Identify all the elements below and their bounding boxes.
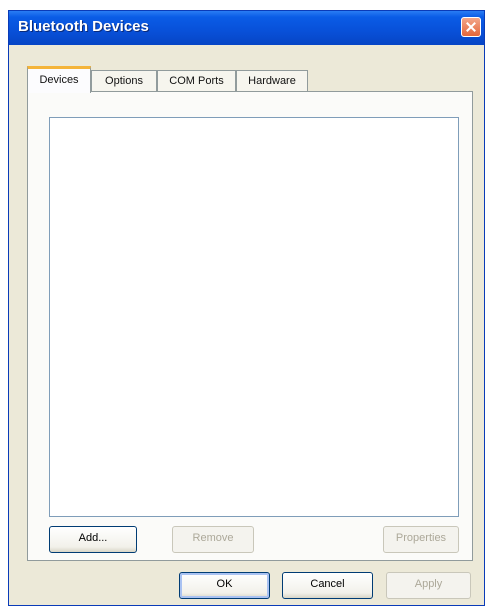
window-title: Bluetooth Devices [18, 18, 149, 35]
bluetooth-devices-dialog: Bluetooth Devices Devices Options COM Po… [8, 10, 485, 606]
devices-tab-panel: Add... Remove Properties [27, 91, 473, 561]
tab-hardware[interactable]: Hardware [236, 70, 308, 92]
tab-com-ports[interactable]: COM Ports [157, 70, 236, 92]
apply-button[interactable]: Apply [386, 572, 471, 599]
add-button[interactable]: Add... [49, 526, 137, 553]
tab-devices[interactable]: Devices [27, 66, 91, 93]
properties-button[interactable]: Properties [383, 526, 459, 553]
remove-button[interactable]: Remove [172, 526, 254, 553]
close-button[interactable] [461, 17, 481, 37]
tab-options[interactable]: Options [91, 70, 157, 92]
device-list[interactable] [49, 117, 459, 517]
title-bar[interactable]: Bluetooth Devices [9, 11, 484, 45]
ok-button[interactable]: OK [179, 572, 270, 599]
cancel-button[interactable]: Cancel [282, 572, 373, 599]
